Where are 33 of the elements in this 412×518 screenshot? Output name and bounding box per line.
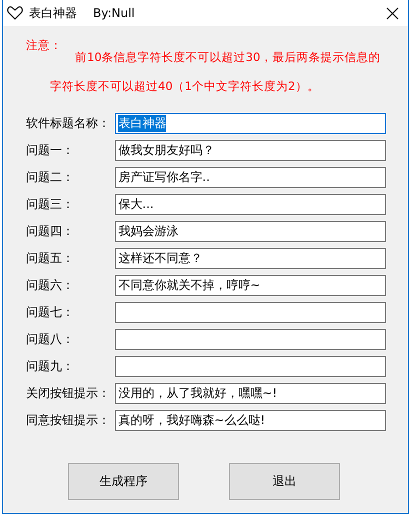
field-label: 问题五： xyxy=(26,250,75,267)
exit-button[interactable]: 退出 xyxy=(229,463,340,500)
field-label: 同意按钮提示： xyxy=(26,412,111,429)
input-field[interactable]: 没用的，从了我就好，嘿嘿~! xyxy=(115,383,386,404)
notice-text: 字符长度不可以超过40（1个中文字符长度为2）。 xyxy=(50,79,320,94)
input-field[interactable]: 不同意你就关不掉，哼哼~ xyxy=(115,275,386,296)
input-field[interactable] xyxy=(115,302,386,323)
input-field[interactable]: 真的呀，我好嗨森~么么哒! xyxy=(115,410,386,431)
input-field[interactable]: 这样还不同意？ xyxy=(115,248,386,269)
input-field[interactable]: 我妈会游泳 xyxy=(115,221,386,242)
notice-heading: 注意： xyxy=(26,38,63,53)
field-label: 问题九： xyxy=(26,358,75,375)
field-label: 问题三： xyxy=(26,196,75,213)
input-field[interactable] xyxy=(115,329,386,350)
input-field[interactable] xyxy=(115,356,386,377)
close-icon xyxy=(386,6,398,20)
field-label: 关闭按钮提示： xyxy=(26,385,111,402)
input-field[interactable]: 房产证写你名字.. xyxy=(115,167,386,188)
window-title: 表白神器 xyxy=(29,4,77,22)
field-label: 问题一： xyxy=(26,142,75,159)
field-label: 软件标题名称： xyxy=(26,115,111,132)
field-label: 问题四： xyxy=(26,223,75,240)
heart-icon xyxy=(7,6,23,20)
generate-button[interactable]: 生成程序 xyxy=(68,463,179,500)
input-field[interactable]: 表白神器 xyxy=(115,113,386,134)
input-field[interactable]: 保大... xyxy=(115,194,386,215)
field-label: 问题六： xyxy=(26,277,75,294)
field-label: 问题二： xyxy=(26,169,75,186)
notice-text: 前10条信息字符长度不可以超过30，最后两条提示信息的 xyxy=(75,50,382,65)
author-label: By:Null xyxy=(93,6,135,20)
field-label: 问题八： xyxy=(26,331,75,348)
input-field[interactable]: 做我女朋友好吗？ xyxy=(115,140,386,161)
field-label: 问题七： xyxy=(26,304,75,321)
